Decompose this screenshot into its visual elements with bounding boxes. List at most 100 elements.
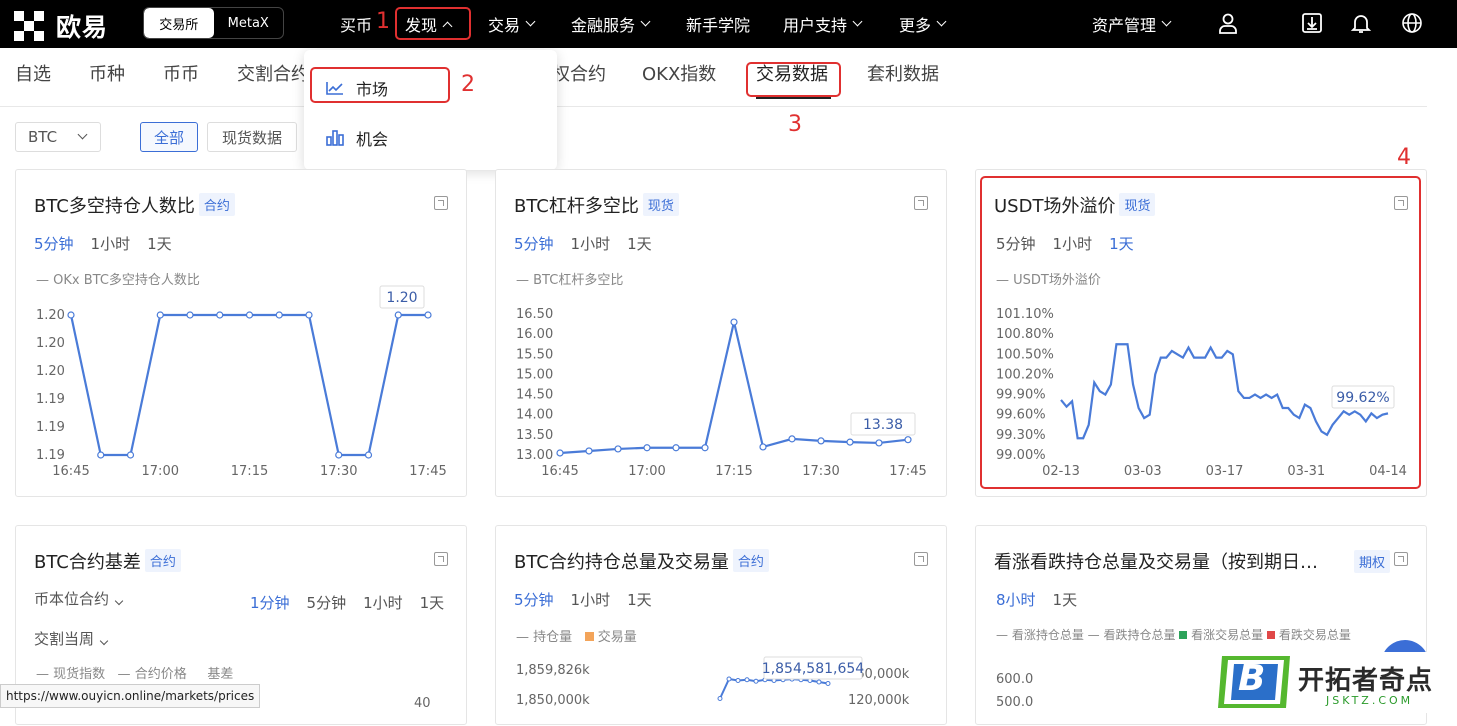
filter-all[interactable]: 全部 xyxy=(140,122,198,152)
data-point xyxy=(753,678,759,684)
nav-support[interactable]: 用户支持 xyxy=(783,0,863,48)
y2-tick-label: 120,000k xyxy=(848,693,910,708)
x-tick-label: 17:15 xyxy=(231,464,268,479)
data-point xyxy=(67,311,75,319)
data-point xyxy=(126,451,135,459)
tab-futures[interactable]: 交割合约 xyxy=(237,60,309,96)
data-point xyxy=(875,439,883,447)
data-point xyxy=(672,444,680,452)
tab-options[interactable]: 权合约 xyxy=(552,60,606,96)
bell-icon[interactable] xyxy=(1348,10,1374,36)
logo[interactable]: 欧易 xyxy=(14,8,108,44)
nav-academy[interactable]: 新手学院 xyxy=(686,0,750,48)
x-tick-label: 17:30 xyxy=(802,464,839,479)
user-icon[interactable] xyxy=(1215,10,1241,36)
data-point xyxy=(825,681,831,686)
card-btc-long-short-accounts: BTC多空持仓人数比 合约 5分钟 1小时 1天 — OKx BTC多空持仓人数比 1… xyxy=(15,169,467,497)
nav-trade-label: 交易 xyxy=(488,16,521,35)
data-point xyxy=(335,451,343,459)
annotation-4: 4 xyxy=(1397,145,1411,170)
annotation-2: 2 xyxy=(461,72,475,97)
coin-select-value: BTC xyxy=(28,128,58,146)
contract-type-select[interactable]: 币本位合约 xyxy=(34,588,124,609)
chevron-down-icon xyxy=(1161,16,1172,27)
watermark-letter: B xyxy=(1238,658,1266,699)
x-tick-label: 17:15 xyxy=(715,464,752,479)
y-tick-label: 14.50 xyxy=(516,388,553,403)
download-icon[interactable] xyxy=(1299,10,1325,36)
data-point xyxy=(701,444,709,452)
seg-exchange[interactable]: 交易所 xyxy=(144,8,214,38)
chevron-down-icon xyxy=(114,596,124,606)
top-navbar: 欧易 交易所 MetaX 买币 发现 交易 金融服务 新手学院 用户支持 更多 … xyxy=(0,0,1457,48)
data-point xyxy=(364,451,373,459)
y-tick-label: 1.20 xyxy=(36,336,65,351)
data-point xyxy=(846,438,854,446)
y-tick-label: 13.50 xyxy=(516,428,553,443)
tab-coins[interactable]: 币种 xyxy=(89,60,125,96)
x-tick-label: 17:45 xyxy=(889,464,926,479)
tab-1h[interactable]: 1小时 xyxy=(363,594,403,612)
dropdown-item-opportunity[interactable]: 机会 xyxy=(326,126,388,150)
nav-trade[interactable]: 交易 xyxy=(488,0,536,48)
x-tick-label: 17:30 xyxy=(320,464,357,479)
tab-okx-index[interactable]: OKX指数 xyxy=(642,60,716,96)
nav-buy[interactable]: 买币 xyxy=(340,0,372,48)
card-btc-margin-ratio: BTC杠杆多空比 现货 5分钟 1小时 1天 — BTC杠杆多空比 16.50 16.0… xyxy=(495,169,947,497)
y-tick-label: 1,859,826k xyxy=(516,663,590,678)
bar-chart-icon xyxy=(326,130,344,146)
tooltip-value: 1.20 xyxy=(386,290,417,306)
axis-tick-label: 40 xyxy=(414,696,431,711)
nav-more[interactable]: 更多 xyxy=(899,0,947,48)
annotation-box-discover xyxy=(395,7,471,40)
subnav-divider xyxy=(0,106,1427,107)
y-tick-label: 16.50 xyxy=(516,307,553,322)
tab-1d[interactable]: 1天 xyxy=(420,594,445,612)
tab-5m[interactable]: 5分钟 xyxy=(307,594,347,612)
status-bar-url: https://www.ouyicn.online/markets/prices xyxy=(0,684,261,708)
legend-basis: 基差 xyxy=(207,667,234,682)
tab-arbitrage[interactable]: 套利数据 xyxy=(867,60,939,96)
x-tick-label: 17:45 xyxy=(409,464,446,479)
chart-margin-ratio: 16.50 16.00 15.50 15.00 14.50 14.00 13.50 13.00… xyxy=(516,307,927,479)
data-point xyxy=(744,677,750,683)
watermark-subtitle: JSKTZ.COM xyxy=(1326,694,1414,707)
data-point xyxy=(730,318,738,326)
tab-1m[interactable]: 1分钟 xyxy=(250,594,290,612)
delivery-select[interactable]: 交割当周 xyxy=(34,628,109,649)
data-point xyxy=(156,311,164,319)
expand-icon[interactable] xyxy=(434,552,448,566)
filter-spot[interactable]: 现货数据 xyxy=(207,122,297,152)
watermark-logo: B 开拓者奇点 JSKTZ.COM xyxy=(1210,652,1457,713)
globe-icon[interactable] xyxy=(1399,10,1425,36)
data-point xyxy=(904,436,912,444)
watermark-title: 开拓者奇点 xyxy=(1298,666,1434,696)
chevron-down-icon xyxy=(525,16,536,27)
data-point xyxy=(717,696,723,701)
chart-long-short-ratio: 1.201.201.201.191.191.1916:45 17:00 17:15 1… xyxy=(36,285,447,479)
data-point xyxy=(216,311,224,319)
tab-spot[interactable]: 币币 xyxy=(163,60,199,96)
data-point xyxy=(394,311,402,319)
select-value: 币本位合约 xyxy=(34,590,110,608)
data-point xyxy=(614,445,622,453)
x-tick-label: 16:45 xyxy=(52,464,89,479)
seg-metax[interactable]: MetaX xyxy=(214,8,284,38)
y-tick-label: 15.50 xyxy=(516,347,553,362)
chevron-down-icon xyxy=(936,16,947,27)
tooltip-value: 13.38 xyxy=(863,417,903,433)
nav-assets[interactable]: 资产管理 xyxy=(1092,0,1172,48)
nav-finance[interactable]: 金融服务 xyxy=(571,0,651,48)
data-point xyxy=(556,449,564,457)
interval-tabs: 1分钟 5分钟 1小时 1天 xyxy=(250,592,444,613)
nav-more-label: 更多 xyxy=(899,16,932,35)
nav-assets-label: 资产管理 xyxy=(1092,16,1157,35)
coin-select[interactable]: BTC xyxy=(15,122,101,152)
tab-watchlist[interactable]: 自选 xyxy=(15,60,51,96)
data-point xyxy=(726,676,732,682)
chart-open-interest: 1,859,826k1,850,000k160,000k120,000k1,85… xyxy=(516,656,910,708)
tag-badge: 合约 xyxy=(144,549,181,572)
y-tick-label: 500.0 xyxy=(996,695,1033,710)
data-point xyxy=(186,311,194,319)
y-tick-label: 1.19 xyxy=(36,420,65,435)
